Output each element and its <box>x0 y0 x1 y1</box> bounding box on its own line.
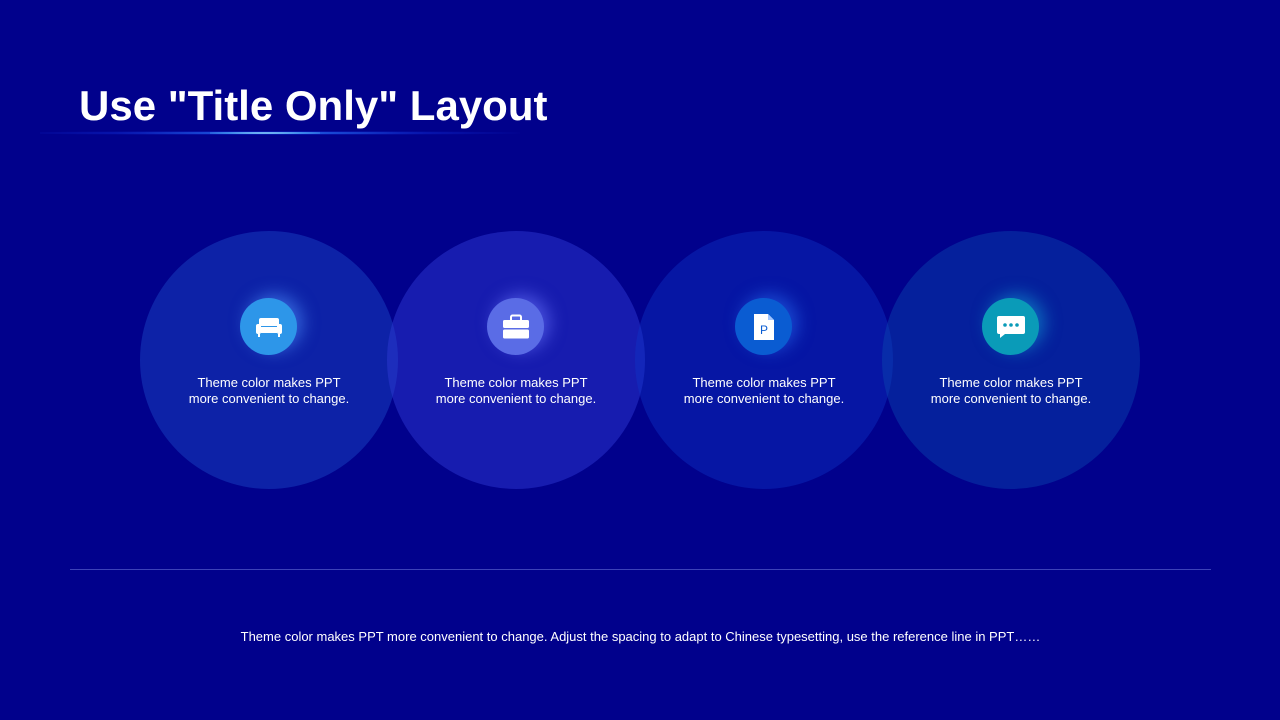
feature-circle-4 <box>882 231 1140 489</box>
feature-text-3-line1: Theme color makes PPT <box>692 375 836 390</box>
slide: Use "Title Only" Layout P Theme color ma… <box>0 0 1280 720</box>
svg-text:P: P <box>759 323 767 337</box>
feature-text-2-line1: Theme color makes PPT <box>444 375 588 390</box>
feature-circle-3 <box>635 231 893 489</box>
feature-text-4-line1: Theme color makes PPT <box>939 375 1083 390</box>
footer-text: Theme color makes PPT more convenient to… <box>240 629 1041 644</box>
feature-circle-2 <box>387 231 645 489</box>
feature-text-3-line2: more convenient to change. <box>683 391 845 406</box>
feature-text-4: Theme color makes PPT more convenient to… <box>901 375 1121 407</box>
icon-badge-4 <box>982 298 1039 355</box>
divider-line <box>70 569 1211 570</box>
sofa-icon <box>255 317 282 337</box>
feature-text-2-line2: more convenient to change. <box>435 391 597 406</box>
slide-title: Use "Title Only" Layout <box>79 82 548 129</box>
feature-text-2: Theme color makes PPT more convenient to… <box>406 375 626 407</box>
briefcase-icon <box>502 314 529 338</box>
icon-badge-2 <box>487 298 544 355</box>
title-underline-glow-core <box>210 132 320 134</box>
feature-text-3: Theme color makes PPT more convenient to… <box>654 375 874 407</box>
ppt-file-icon: P <box>753 313 774 340</box>
feature-text-1-line1: Theme color makes PPT <box>197 375 341 390</box>
feature-text-1: Theme color makes PPT more convenient to… <box>159 375 379 407</box>
chat-bubble-icon <box>996 315 1025 338</box>
feature-circle-1 <box>140 231 398 489</box>
icon-badge-3: P <box>735 298 792 355</box>
feature-text-4-line2: more convenient to change. <box>930 391 1092 406</box>
feature-text-1-line2: more convenient to change. <box>188 391 350 406</box>
icon-badge-1 <box>240 298 297 355</box>
